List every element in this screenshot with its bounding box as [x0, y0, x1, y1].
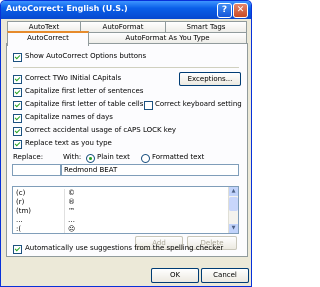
- list-item[interactable]: (c) ©: [13, 189, 221, 198]
- names-days-label: Capitalize names of days: [25, 113, 113, 121]
- scroll-down-icon[interactable]: ▼: [229, 224, 238, 233]
- first-sentence-checkbox[interactable]: [13, 88, 22, 97]
- replace-input[interactable]: [12, 164, 61, 176]
- replace-label: Replace:: [13, 153, 44, 161]
- divider: [13, 67, 239, 68]
- with-input[interactable]: Redmond BEAT: [61, 164, 239, 176]
- two-initial-checkbox[interactable]: [13, 75, 22, 84]
- list-item-from: :(: [16, 225, 65, 233]
- first-sentence-label: Capitalize first letter of sentences: [25, 87, 144, 95]
- two-initial-label: Correct TWo INitial CApitals: [25, 74, 122, 82]
- list-item[interactable]: (tm) ™: [13, 207, 221, 216]
- first-table-label: Capitalize first letter of table cells: [25, 100, 144, 108]
- list-item[interactable]: ...…: [13, 216, 221, 225]
- cancel-button[interactable]: Cancel: [201, 268, 249, 283]
- scroll-up-icon[interactable]: ▲: [229, 187, 238, 196]
- plain-text-label: Plain text: [97, 153, 130, 161]
- autocorrect-panel: Show AutoCorrect Options buttons Correct…: [6, 43, 248, 257]
- plain-text-radio[interactable]: [86, 154, 95, 163]
- list-item-from: ...: [16, 216, 65, 225]
- window-title: AutoCorrect: English (U.S.): [6, 4, 128, 13]
- replace-text-checkbox[interactable]: [13, 140, 22, 149]
- first-table-checkbox[interactable]: [13, 101, 22, 110]
- names-days-checkbox[interactable]: [13, 114, 22, 123]
- with-label: With:: [63, 153, 82, 161]
- formatted-text-radio[interactable]: [141, 154, 150, 163]
- ok-button[interactable]: OK: [151, 268, 199, 283]
- suggestions-label: Automatically use suggestions from the s…: [25, 244, 224, 252]
- list-item-from: (tm): [16, 207, 65, 216]
- caps-lock-label: Correct accidental usage of cAPS LOCK ke…: [25, 126, 177, 134]
- list-item-to: ☹: [68, 225, 76, 233]
- autocorrect-dialog: AutoCorrect: English (U.S.) ? ✕ AutoText…: [0, 0, 252, 287]
- formatted-text-label: Formatted text: [152, 153, 205, 161]
- suggestions-checkbox[interactable]: [13, 245, 22, 254]
- list-item-to: …: [68, 216, 75, 224]
- caps-lock-checkbox[interactable]: [13, 127, 22, 136]
- list-item[interactable]: :(☹: [13, 225, 221, 233]
- scroll-thumb[interactable]: [229, 197, 238, 211]
- title-bar[interactable]: AutoCorrect: English (U.S.) ? ✕: [1, 1, 251, 19]
- list-item[interactable]: (r) ®: [13, 198, 221, 207]
- keyboard-label: Correct keyboard setting: [155, 100, 242, 108]
- list-item-to: ®: [68, 198, 75, 206]
- minimize-icon[interactable]: ?: [217, 3, 232, 18]
- exceptions-button[interactable]: Exceptions...: [179, 72, 241, 86]
- replace-text-label: Replace text as you type: [25, 139, 112, 147]
- show-buttons-label: Show AutoCorrect Options buttons: [25, 52, 147, 60]
- close-icon[interactable]: ✕: [233, 3, 248, 18]
- list-item-from: (r): [16, 198, 65, 207]
- list-item-to: ©: [68, 189, 75, 197]
- show-buttons-checkbox[interactable]: [13, 53, 22, 62]
- list-scrollbar[interactable]: ▲ ▼: [228, 187, 238, 233]
- tab-autocorrect[interactable]: AutoCorrect: [7, 31, 89, 46]
- keyboard-checkbox[interactable]: [144, 101, 153, 110]
- list-item-from: (c): [16, 189, 65, 198]
- list-item-to: ™: [68, 207, 75, 215]
- replacement-list[interactable]: (c) © (r) ® (tm) ™ ...… :(☹ ▲ ▼: [12, 186, 239, 234]
